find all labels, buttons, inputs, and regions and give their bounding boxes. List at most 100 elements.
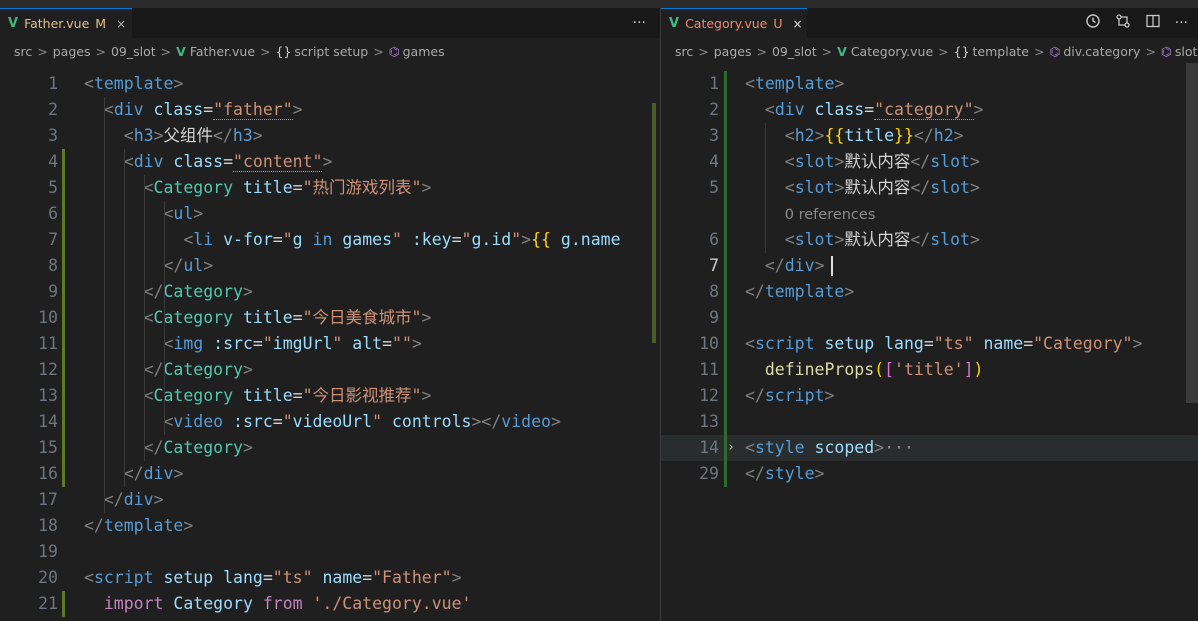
- code-editor-left[interactable]: 1 <template> 2 <div class="father"> 3 <h3>父…: [0, 63, 660, 621]
- breadcrumb-item[interactable]: src: [675, 44, 693, 59]
- code-token: ···: [884, 438, 914, 457]
- code-token: import: [103, 594, 164, 613]
- tab-category-vue[interactable]: V Category.vue U ×: [661, 8, 807, 38]
- code-token: Category: [163, 360, 243, 379]
- code-token: slot: [930, 178, 970, 197]
- code-text: import Category from './Category.vue': [84, 591, 472, 617]
- vue-file-icon: V: [176, 43, 186, 59]
- line-number: 17: [38, 490, 58, 509]
- fold-chevron-icon[interactable]: ›: [727, 435, 735, 461]
- code-token: "": [392, 334, 412, 353]
- breadcrumb-item[interactable]: ⌬ games: [389, 44, 445, 59]
- code-token: >: [814, 256, 825, 275]
- line-number: 2: [709, 100, 719, 119]
- code-token: div: [774, 100, 805, 119]
- breadcrumb-item[interactable]: pages: [53, 44, 91, 59]
- code-line: 11 defineProps(['title']): [661, 357, 1198, 383]
- breadcrumb-item[interactable]: 09_slot: [111, 44, 156, 59]
- line-number: 8: [709, 282, 719, 301]
- tab-father-vue[interactable]: V Father.vue M ×: [0, 8, 132, 38]
- breadcrumb-item[interactable]: src: [14, 44, 32, 59]
- code-token: =: [272, 230, 283, 249]
- code-token: title: [233, 308, 293, 327]
- code-token: <: [745, 74, 755, 93]
- breadcrumb-label: 09_slot: [771, 43, 817, 59]
- close-icon[interactable]: ×: [793, 17, 803, 31]
- breadcrumb-item[interactable]: ⌬ div.category: [1049, 44, 1140, 59]
- code-token: >: [970, 230, 980, 249]
- breadcrumb-item[interactable]: V Category.vue: [837, 44, 933, 59]
- breadcrumb-label: Father.vue: [189, 43, 256, 59]
- code-token: >: [153, 490, 164, 509]
- code-token: <: [103, 100, 114, 119]
- code-token: >: [814, 464, 825, 483]
- code-text: </div>: [84, 461, 184, 487]
- code-text: <template>: [745, 71, 844, 97]
- code-token: =: [451, 230, 462, 249]
- vue-file-icon: V: [669, 16, 680, 31]
- code-text: <img :src="imgUrl" alt="">: [84, 331, 421, 357]
- code-token: </: [143, 360, 164, 379]
- code-token: >: [1132, 334, 1143, 353]
- line-number: 11: [38, 334, 58, 353]
- breadcrumb-item[interactable]: V Father.vue: [176, 44, 255, 59]
- code-token: <: [123, 126, 134, 145]
- code-token: ": [282, 412, 293, 431]
- codelens-references[interactable]: 0 references: [661, 201, 1198, 227]
- line-number: 29: [699, 464, 719, 483]
- code-token: defineProps: [764, 360, 875, 379]
- compare-changes-icon[interactable]: [1115, 13, 1131, 33]
- code-token: =: [382, 334, 393, 353]
- breadcrumb-item[interactable]: {} template: [954, 44, 1029, 59]
- code-token: script: [93, 568, 154, 587]
- code-token: >: [814, 126, 825, 145]
- line-number: 19: [38, 542, 58, 561]
- code-editor-right[interactable]: 1 <template> 2 <div class="category"> 3 <h2…: [661, 63, 1198, 621]
- breadcrumb-label: pages: [52, 43, 91, 59]
- split-editor-icon[interactable]: [1145, 13, 1161, 33]
- code-token: >: [173, 74, 184, 93]
- code-token: Category: [153, 386, 234, 405]
- code-token: v-for: [213, 230, 273, 249]
- code-token: div: [133, 152, 164, 171]
- code-text: </Category>: [84, 435, 253, 461]
- breadcrumb-item[interactable]: pages: [714, 44, 752, 59]
- code-line: 6 <ul>: [0, 201, 660, 227]
- code-token: >: [953, 126, 964, 145]
- code-token: 默认内容: [844, 230, 911, 249]
- code-line: 12 </Category>: [0, 357, 660, 383]
- symbol-icon: ⌬: [1160, 43, 1172, 59]
- code-token: Category: [163, 282, 243, 301]
- overview-ruler: [652, 103, 656, 343]
- timeline-icon[interactable]: [1085, 13, 1101, 33]
- code-token: =: [223, 152, 234, 171]
- code-token: >: [844, 282, 855, 301]
- tab-bar-right: V Category.vue U × ···: [661, 8, 1198, 38]
- close-icon[interactable]: ×: [116, 17, 126, 31]
- code-line: 1 <template>: [0, 71, 660, 97]
- breadcrumb-item[interactable]: 09_slot: [772, 44, 817, 59]
- module-icon: {}: [953, 43, 970, 59]
- code-token: =: [292, 386, 303, 405]
- code-token: >: [973, 100, 984, 119]
- code-token: template: [103, 516, 184, 535]
- code-token: </: [103, 490, 124, 509]
- code-token: >: [834, 74, 845, 93]
- breadcrumb-item[interactable]: ⌬ slot: [1161, 44, 1197, 59]
- code-line: 11 <img :src="imgUrl" alt="">: [0, 331, 660, 357]
- breadcrumb-separator: >: [756, 43, 767, 59]
- code-token: </: [745, 386, 765, 405]
- code-token: h2: [933, 126, 954, 145]
- code-token: </: [745, 282, 765, 301]
- more-actions-icon[interactable]: ···: [1175, 15, 1188, 31]
- code-token: img: [173, 334, 204, 353]
- code-token: :src: [203, 334, 253, 353]
- code-line: 8 </ul>: [0, 253, 660, 279]
- more-actions-icon[interactable]: ···: [633, 15, 646, 31]
- code-token: class: [804, 100, 865, 119]
- code-token: </: [910, 152, 931, 171]
- code-token: video: [173, 412, 224, 431]
- code-token: >: [550, 412, 561, 431]
- breadcrumb-item[interactable]: {} script setup: [276, 44, 369, 59]
